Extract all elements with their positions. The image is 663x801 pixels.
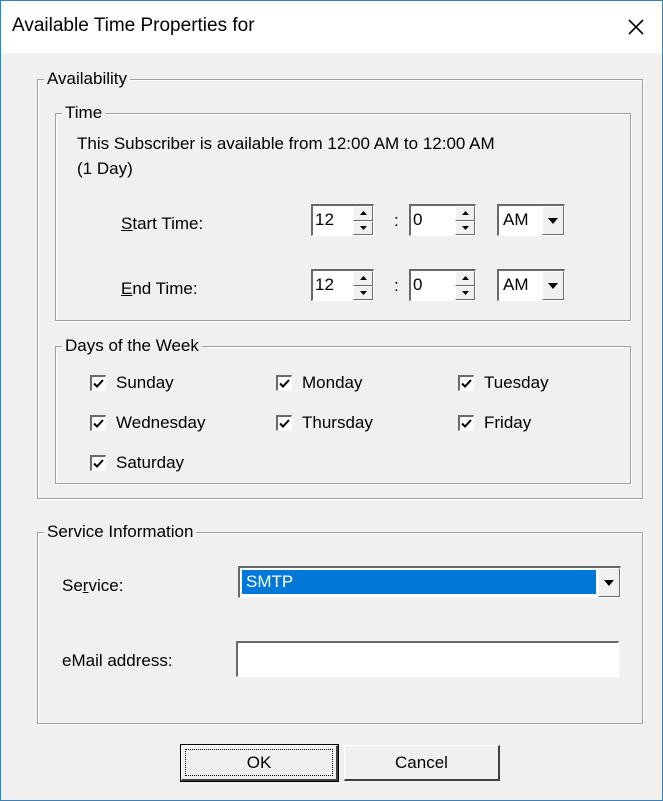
checkbox-saturday-label: Saturday: [116, 453, 185, 472]
cancel-button[interactable]: Cancel: [344, 745, 500, 781]
checkbox-friday[interactable]: Friday: [458, 413, 531, 433]
start-hour-value: 12: [315, 210, 334, 229]
end-time-separator: :: [394, 276, 399, 295]
checkbox-monday[interactable]: Monday: [276, 373, 362, 393]
start-ampm-dropdown-button[interactable]: [542, 206, 564, 235]
checkbox-box[interactable]: [276, 415, 292, 431]
checkbox-box[interactable]: [458, 375, 474, 391]
arrow-up-icon: [359, 276, 367, 281]
arrow-up-icon: [461, 211, 469, 216]
end-minute-up-button[interactable]: [455, 271, 475, 286]
checkbox-friday-label: Friday: [484, 413, 532, 432]
arrow-down-icon: [461, 225, 469, 230]
focus-rect: [185, 749, 333, 776]
checkbox-box[interactable]: [276, 375, 292, 391]
email-input[interactable]: [236, 641, 619, 677]
service-info-group-label: Service Information: [44, 522, 197, 542]
start-minute-spinner[interactable]: 0: [409, 204, 476, 236]
start-time-label-rest: tart Time:: [132, 214, 204, 233]
chevron-down-icon: [604, 579, 614, 586]
availability-summary-line1: This Subscriber is available from 12:00 …: [77, 134, 495, 153]
start-ampm-dropdown[interactable]: AM: [497, 204, 565, 236]
checkmark-icon: [279, 419, 290, 428]
end-hour-spinner[interactable]: 12: [311, 269, 374, 301]
end-ampm-value: AM: [503, 275, 529, 294]
title-bar: Available Time Properties for: [1, 1, 662, 53]
start-hour-up-button[interactable]: [353, 206, 373, 221]
arrow-up-icon: [359, 211, 367, 216]
ok-button[interactable]: OK: [180, 744, 339, 782]
end-minute-down-button[interactable]: [455, 285, 475, 300]
start-minute-value: 0: [413, 210, 423, 229]
arrow-down-icon: [359, 225, 367, 230]
end-hour-value: 12: [315, 275, 334, 294]
checkbox-sunday-label: Sunday: [116, 373, 174, 392]
checkmark-icon: [461, 419, 472, 428]
checkmark-icon: [93, 459, 104, 468]
start-time-label: Start Time:: [121, 214, 203, 234]
service-dropdown-button[interactable]: [598, 568, 620, 597]
checkbox-thursday[interactable]: Thursday: [276, 413, 373, 433]
checkbox-saturday[interactable]: Saturday: [90, 453, 184, 473]
end-time-label-accel: E: [121, 279, 133, 298]
days-of-week-group-label: Days of the Week: [62, 336, 202, 356]
service-value: SMTP: [246, 572, 294, 591]
checkmark-icon: [93, 379, 104, 388]
checkbox-tuesday-label: Tuesday: [484, 373, 549, 392]
service-label-pre: Se: [62, 576, 83, 595]
start-time-separator: :: [394, 211, 399, 230]
checkbox-wednesday-label: Wednesday: [116, 413, 206, 432]
checkbox-monday-label: Monday: [302, 373, 363, 392]
checkbox-box[interactable]: [458, 415, 474, 431]
end-time-label: End Time:: [121, 279, 198, 299]
checkbox-sunday[interactable]: Sunday: [90, 373, 174, 393]
service-dropdown[interactable]: SMTP: [238, 566, 621, 598]
end-time-label-rest: nd Time:: [132, 279, 198, 298]
arrow-down-icon: [461, 290, 469, 295]
time-group-label: Time: [62, 103, 106, 123]
checkbox-tuesday[interactable]: Tuesday: [458, 373, 549, 393]
start-hour-spinner[interactable]: 12: [311, 204, 374, 236]
start-hour-down-button[interactable]: [353, 220, 373, 235]
checkbox-thursday-label: Thursday: [302, 413, 373, 432]
start-minute-down-button[interactable]: [455, 220, 475, 235]
cancel-button-label: Cancel: [395, 752, 448, 772]
close-button[interactable]: [616, 9, 656, 45]
checkbox-wednesday[interactable]: Wednesday: [90, 413, 205, 433]
end-hour-up-button[interactable]: [353, 271, 373, 286]
arrow-up-icon: [461, 276, 469, 281]
chevron-down-icon: [548, 217, 558, 224]
arrow-down-icon: [359, 290, 367, 295]
service-label: Service:: [62, 576, 123, 596]
end-minute-value: 0: [413, 275, 423, 294]
window-title: Available Time Properties for: [12, 15, 255, 36]
service-selected-highlight: [242, 570, 596, 594]
dialog-window: Available Time Properties for Availabili…: [0, 0, 663, 801]
checkbox-box[interactable]: [90, 415, 106, 431]
availability-summary-line2: (1 Day): [77, 159, 133, 178]
close-icon: [628, 19, 644, 35]
checkbox-box[interactable]: [90, 375, 106, 391]
checkmark-icon: [93, 419, 104, 428]
chevron-down-icon: [548, 282, 558, 289]
end-ampm-dropdown-button[interactable]: [542, 271, 564, 300]
end-hour-down-button[interactable]: [353, 285, 373, 300]
checkmark-icon: [461, 379, 472, 388]
service-info-group: Service Information: [37, 522, 643, 724]
service-label-post: vice:: [88, 576, 124, 595]
end-ampm-dropdown[interactable]: AM: [497, 269, 565, 301]
start-minute-up-button[interactable]: [455, 206, 475, 221]
availability-group-label: Availability: [44, 69, 131, 89]
email-label: eMail address:: [62, 651, 173, 670]
start-ampm-value: AM: [503, 210, 529, 229]
end-minute-spinner[interactable]: 0: [409, 269, 476, 301]
checkbox-box[interactable]: [90, 455, 106, 471]
start-time-label-accel: S: [121, 214, 133, 233]
checkmark-icon: [279, 379, 290, 388]
